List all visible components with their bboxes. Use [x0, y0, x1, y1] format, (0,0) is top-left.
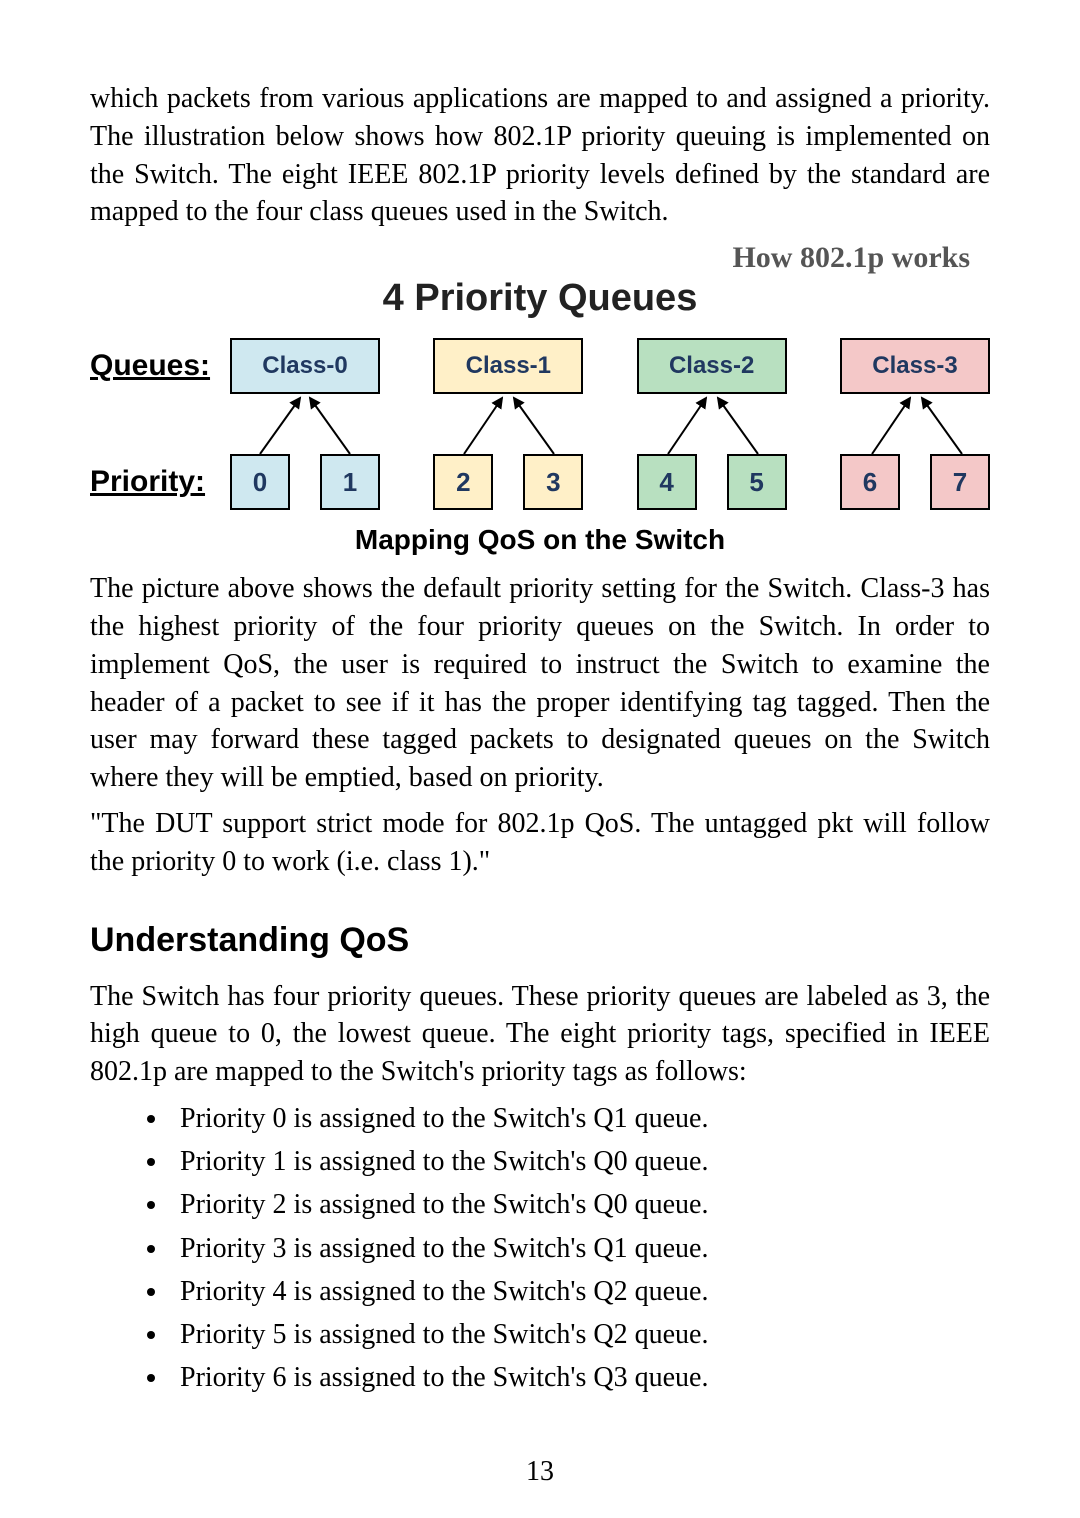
prio-box-2: 2	[433, 454, 493, 510]
class-box-0: Class-0	[230, 338, 380, 394]
prio-box-4: 4	[637, 454, 697, 510]
priority-assignment-list: Priority 0 is assigned to the Switch's Q…	[90, 1099, 990, 1397]
list-item: Priority 5 is assigned to the Switch's Q…	[170, 1315, 990, 1354]
queues-row-label: Queues:	[90, 349, 230, 383]
priority-row-label: Priority:	[90, 465, 230, 499]
list-item: Priority 2 is assigned to the Switch's Q…	[170, 1185, 990, 1224]
list-item: Priority 3 is assigned to the Switch's Q…	[170, 1229, 990, 1268]
prio-box-1: 1	[320, 454, 380, 510]
paragraph-4: The Switch has four priority queues. The…	[90, 978, 990, 1091]
queues-row: Queues: Class-0 Class-1 Class-2 Class-3	[90, 338, 990, 394]
diagram-arrows	[230, 394, 990, 454]
diagram-title: 4 Priority Queues	[90, 277, 990, 320]
queue-boxes: Class-0 Class-1 Class-2 Class-3	[230, 338, 990, 394]
list-item: Priority 4 is assigned to the Switch's Q…	[170, 1272, 990, 1311]
list-item: Priority 0 is assigned to the Switch's Q…	[170, 1099, 990, 1138]
class-box-1: Class-1	[433, 338, 583, 394]
prio-box-5: 5	[727, 454, 787, 510]
diagram-caption: Mapping QoS on the Switch	[90, 524, 990, 556]
prio-box-6: 6	[840, 454, 900, 510]
diagram-how-label: How 802.1p works	[90, 241, 990, 275]
paragraph-2: The picture above shows the default prio…	[90, 570, 990, 797]
class-box-2: Class-2	[637, 338, 787, 394]
page-number: 13	[0, 1456, 1080, 1488]
paragraph-3: "The DUT support strict mode for 802.1p …	[90, 805, 990, 881]
prio-box-0: 0	[230, 454, 290, 510]
class-box-3: Class-3	[840, 338, 990, 394]
section-heading-understanding-qos: Understanding QoS	[90, 921, 990, 960]
qos-diagram: How 802.1p works 4 Priority Queues Queue…	[90, 241, 990, 510]
prio-box-7: 7	[930, 454, 990, 510]
list-item: Priority 6 is assigned to the Switch's Q…	[170, 1358, 990, 1397]
prio-box-3: 3	[523, 454, 583, 510]
intro-paragraph: which packets from various applications …	[90, 80, 990, 231]
priority-boxes: 0 1 2 3 4 5 6 7	[230, 454, 990, 510]
priority-row: Priority: 0 1 2 3 4 5 6 7	[90, 454, 990, 510]
list-item: Priority 1 is assigned to the Switch's Q…	[170, 1142, 990, 1181]
